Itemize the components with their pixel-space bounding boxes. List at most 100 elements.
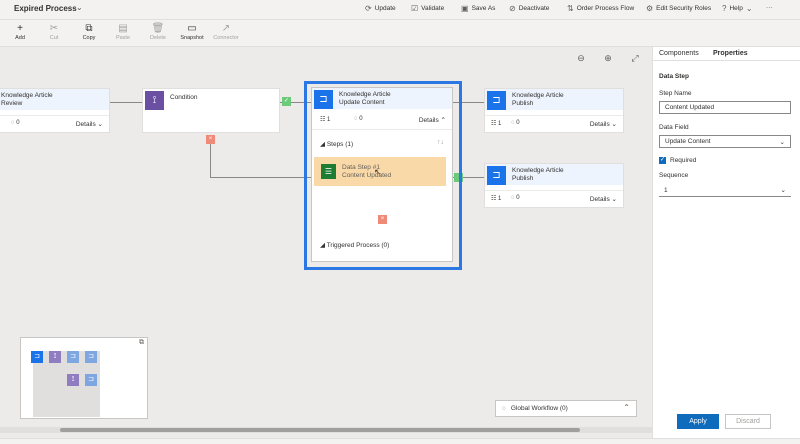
stage-subtitle: Publish	[512, 100, 534, 107]
help-button[interactable]: ? Help ⌄	[722, 4, 753, 13]
cycle-icon: ◌	[502, 405, 506, 412]
stage-title: Knowledge Article	[512, 167, 564, 174]
edit-security-roles-button[interactable]: ⚙ Edit Security Roles	[646, 4, 711, 13]
triangle-icon: ◢	[320, 141, 325, 148]
stage-title: Knowledge Article	[339, 91, 391, 98]
stage-title: Knowledge Article	[512, 92, 564, 99]
discard-button[interactable]: Discard	[725, 414, 771, 429]
sequence-label: Sequence	[659, 172, 689, 179]
field-count: ☷ 1	[320, 117, 331, 123]
validate-icon: ☑	[411, 4, 419, 13]
chevron-down-icon[interactable]: ⌄	[76, 3, 83, 12]
cut-button[interactable]: ✂ Cut	[39, 22, 69, 41]
steps-header[interactable]: ◢ Steps (1)	[320, 140, 353, 148]
chevron-up-icon[interactable]: ⌃	[623, 403, 630, 412]
connector-icon: ↗	[221, 23, 231, 34]
fields-icon: ☷	[491, 121, 499, 127]
apply-button[interactable]: Apply	[677, 414, 719, 429]
more-icon: ···	[766, 4, 773, 11]
properties-panel: Components Properties Data Step Step Nam…	[652, 47, 800, 438]
data-step-icon: ☰	[321, 164, 336, 179]
update-icon: ⟳	[365, 4, 372, 13]
stage-card-update-content[interactable]: ⊐ Knowledge Article Update Content ☷ 1 ◌…	[311, 87, 453, 262]
scrollbar-thumb[interactable]	[60, 428, 580, 432]
details-toggle[interactable]: Details ⌄	[590, 195, 617, 203]
copy-button[interactable]: ⧉ Copy	[74, 22, 104, 41]
sort-arrows-icon[interactable]: ↑↓	[437, 139, 444, 146]
step-count: ◌ 0	[511, 120, 520, 126]
snapshot-button[interactable]: ▭ Snapshot	[177, 22, 207, 41]
help-icon: ?	[722, 4, 727, 13]
deactivate-button[interactable]: ⊘ Deactivate	[509, 4, 549, 13]
global-workflow-bar[interactable]: ◌ Global Workflow (0) ⌃	[495, 400, 637, 417]
copy-icon: ⧉	[85, 23, 93, 34]
triggered-process-header[interactable]: ◢ Triggered Process (0)	[320, 241, 389, 249]
data-field-label: Data Field	[659, 124, 689, 131]
condition-true-connector[interactable]: ✓	[282, 97, 291, 106]
sequence-select[interactable]: 1 ⌄	[659, 184, 791, 197]
condition-card[interactable]: ⟟ Condition	[142, 88, 280, 133]
minimap-condition-icon: ⟟	[67, 374, 79, 386]
minimap-stage-icon: ⊐	[67, 351, 79, 363]
step-name-input[interactable]	[659, 101, 791, 114]
fit-to-screen-icon[interactable]: ⤢	[629, 52, 641, 64]
minimap-stage-icon: ⊐	[85, 351, 97, 363]
zoom-out-icon[interactable]: ⊖	[575, 52, 587, 64]
field-count: ☷ 1	[491, 196, 502, 202]
add-connector-handle[interactable]: ×	[378, 215, 387, 224]
cursor-icon: ↖	[374, 167, 382, 177]
minimap-stage-icon: ⊐	[85, 374, 97, 386]
stage-icon: ⊐	[314, 90, 333, 109]
connector-button[interactable]: ↗ Connector	[211, 22, 241, 41]
tab-components[interactable]: Components	[659, 50, 699, 57]
stage-title: Knowledge Article	[1, 92, 53, 99]
process-canvas[interactable]: ⊖ ⊕ ⤢ Knowledge Article Review ◌ 0 Detai…	[0, 47, 652, 438]
data-step-row[interactable]: ☰ Data Step #1 Content Updated ↖	[314, 157, 446, 186]
status-bar	[0, 438, 800, 444]
app-title: Expired Process	[14, 4, 77, 13]
connector-line	[210, 139, 211, 178]
chevron-down-icon: ⌄	[611, 196, 617, 203]
delete-button[interactable]: 🗑 Delete	[143, 22, 173, 41]
data-field-select[interactable]: Update Content ⌄	[659, 135, 791, 148]
update-button[interactable]: ⟳ Update	[365, 4, 396, 13]
triangle-icon: ◢	[320, 242, 325, 249]
zoom-in-icon[interactable]: ⊕	[602, 52, 614, 64]
stage-card-review[interactable]: Knowledge Article Review ◌ 0 Details ⌄	[0, 88, 110, 133]
order-process-flow-button[interactable]: ⇅ Order Process Flow	[567, 4, 634, 13]
condition-false-connector[interactable]: ×	[206, 135, 215, 144]
cut-icon: ✂	[49, 23, 59, 34]
details-toggle[interactable]: Details ⌄	[590, 120, 617, 128]
save-as-button[interactable]: ▣ Save As	[461, 4, 495, 13]
section-title: Data Step	[659, 73, 689, 80]
more-button[interactable]: ···	[766, 4, 773, 11]
chevron-down-icon: ⌄	[779, 138, 785, 146]
connector-line	[210, 177, 312, 178]
stage-card-publish[interactable]: ⊐ Knowledge Article Publish ☷ 1 ◌ 0 Deta…	[484, 163, 624, 208]
details-toggle[interactable]: Details ⌃	[419, 116, 446, 124]
order-icon: ⇅	[567, 4, 574, 13]
validate-button[interactable]: ☑ Validate	[411, 4, 444, 13]
paste-button[interactable]: ▤ Paste	[108, 22, 138, 41]
snapshot-icon: ▭	[187, 23, 197, 34]
stage-card-publish[interactable]: ⊐ Knowledge Article Publish ☷ 1 ◌ 0 Deta…	[484, 88, 624, 133]
save-as-icon: ▣	[461, 4, 469, 13]
chevron-up-icon: ⌃	[440, 117, 446, 124]
stage-subtitle: Review	[1, 100, 23, 107]
add-icon: +	[17, 23, 23, 34]
condition-title: Condition	[170, 94, 198, 101]
add-button[interactable]: + Add	[5, 22, 35, 41]
toolbar: + Add ✂ Cut ⧉ Copy ▤ Paste 🗑 Delete ▭ Sn…	[0, 20, 800, 47]
minimap-toggle-icon[interactable]: ⧉	[139, 339, 144, 347]
step-name-label: Step Name	[659, 90, 692, 97]
minimap[interactable]: ⧉ ⊐ ⟟ ⊐ ⊐ ⟟ ⊐	[20, 337, 148, 419]
stage-subtitle: Publish	[512, 175, 534, 182]
details-toggle[interactable]: Details ⌄	[76, 120, 103, 128]
fields-icon: ☷	[320, 117, 328, 123]
paste-icon: ▤	[118, 23, 128, 34]
condition-icon: ⟟	[145, 91, 164, 110]
chevron-down-icon: ⌄	[745, 4, 753, 13]
required-checkbox[interactable]: ✓ Required	[659, 157, 696, 164]
tab-properties[interactable]: Properties	[713, 50, 748, 57]
chevron-down-icon: ⌄	[780, 187, 786, 194]
